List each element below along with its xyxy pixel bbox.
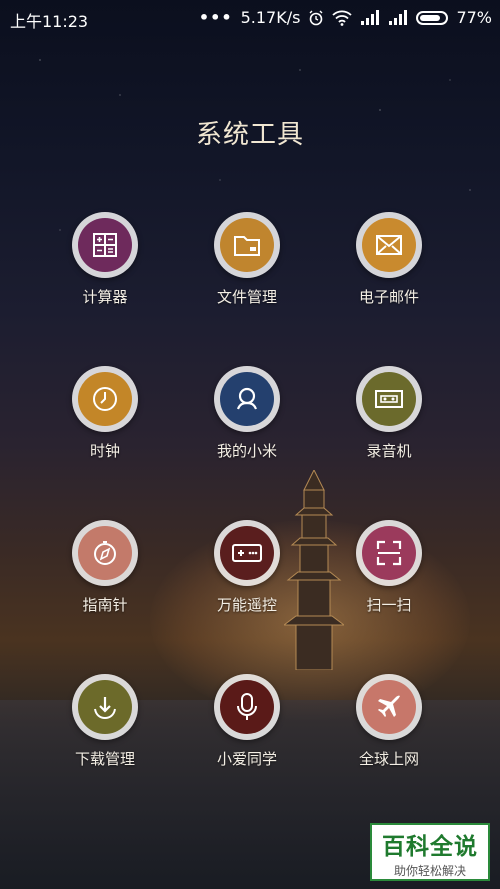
app-calculator[interactable]: 计算器 xyxy=(34,212,176,307)
app-compass[interactable]: 指南针 xyxy=(34,520,176,615)
app-global-internet[interactable]: 全球上网 xyxy=(318,674,460,769)
app-label: 文件管理 xyxy=(216,288,277,306)
app-file-manager[interactable]: 文件管理 xyxy=(176,212,318,307)
status-bar: 上午11:23 ••• 5.17K/s 77% xyxy=(0,0,500,34)
network-speed: 5.17K/s xyxy=(240,8,301,27)
app-label: 小爱同学 xyxy=(216,750,277,768)
airplane-icon xyxy=(378,695,400,717)
clock-icon xyxy=(93,387,117,411)
alarm-icon xyxy=(309,10,323,25)
app-xiaoai-assistant[interactable]: 小爱同学 xyxy=(176,674,318,769)
download-icon xyxy=(94,697,116,720)
signal-icon xyxy=(361,10,380,25)
app-clock[interactable]: 时钟 xyxy=(34,366,176,461)
watermark-logo: 百科全说 助你轻松解决 xyxy=(370,823,490,881)
app-label: 电子邮件 xyxy=(358,288,419,306)
app-scan[interactable]: 扫一扫 xyxy=(318,520,460,615)
mi-person-icon xyxy=(236,387,258,410)
folder-title: 系统工具 xyxy=(195,120,304,150)
app-label: 指南针 xyxy=(82,596,128,614)
app-label: 计算器 xyxy=(82,288,128,306)
app-label: 万能遥控 xyxy=(216,596,277,614)
app-label: 扫一扫 xyxy=(366,596,412,614)
mail-icon xyxy=(376,235,402,255)
app-label: 时钟 xyxy=(89,442,120,460)
app-label: 录音机 xyxy=(366,442,412,460)
folder-icon xyxy=(234,236,260,256)
scan-icon xyxy=(376,540,402,566)
wifi-icon xyxy=(332,10,353,26)
app-label: 下载管理 xyxy=(74,750,135,768)
compass-icon xyxy=(94,541,116,565)
app-my-xiaomi[interactable]: 我的小米 xyxy=(176,366,318,461)
battery-percent: 77% xyxy=(456,8,492,27)
cassette-icon xyxy=(375,390,403,408)
app-universal-remote[interactable]: 万能遥控 xyxy=(176,520,318,615)
watermark-title: 百科全说 xyxy=(382,834,478,860)
signal-icon xyxy=(389,10,408,25)
watermark-subtitle: 助你轻松解决 xyxy=(393,864,466,878)
notification-dots: ••• xyxy=(198,8,233,27)
microphone-icon xyxy=(237,693,257,720)
calculator-icon xyxy=(93,233,117,257)
app-download-manager[interactable]: 下载管理 xyxy=(34,674,176,769)
app-grid: 计算器 文件管理 电子邮件 时钟 我的小米 录音机 指南针 万能遥控 扫一扫 下… xyxy=(34,212,460,769)
battery-icon xyxy=(416,10,449,25)
app-recorder[interactable]: 录音机 xyxy=(318,366,460,461)
status-time: 上午11:23 xyxy=(10,12,89,31)
app-email[interactable]: 电子邮件 xyxy=(318,212,460,307)
app-label: 全球上网 xyxy=(358,750,419,768)
gamepad-icon xyxy=(232,544,262,562)
app-label: 我的小米 xyxy=(216,442,277,460)
